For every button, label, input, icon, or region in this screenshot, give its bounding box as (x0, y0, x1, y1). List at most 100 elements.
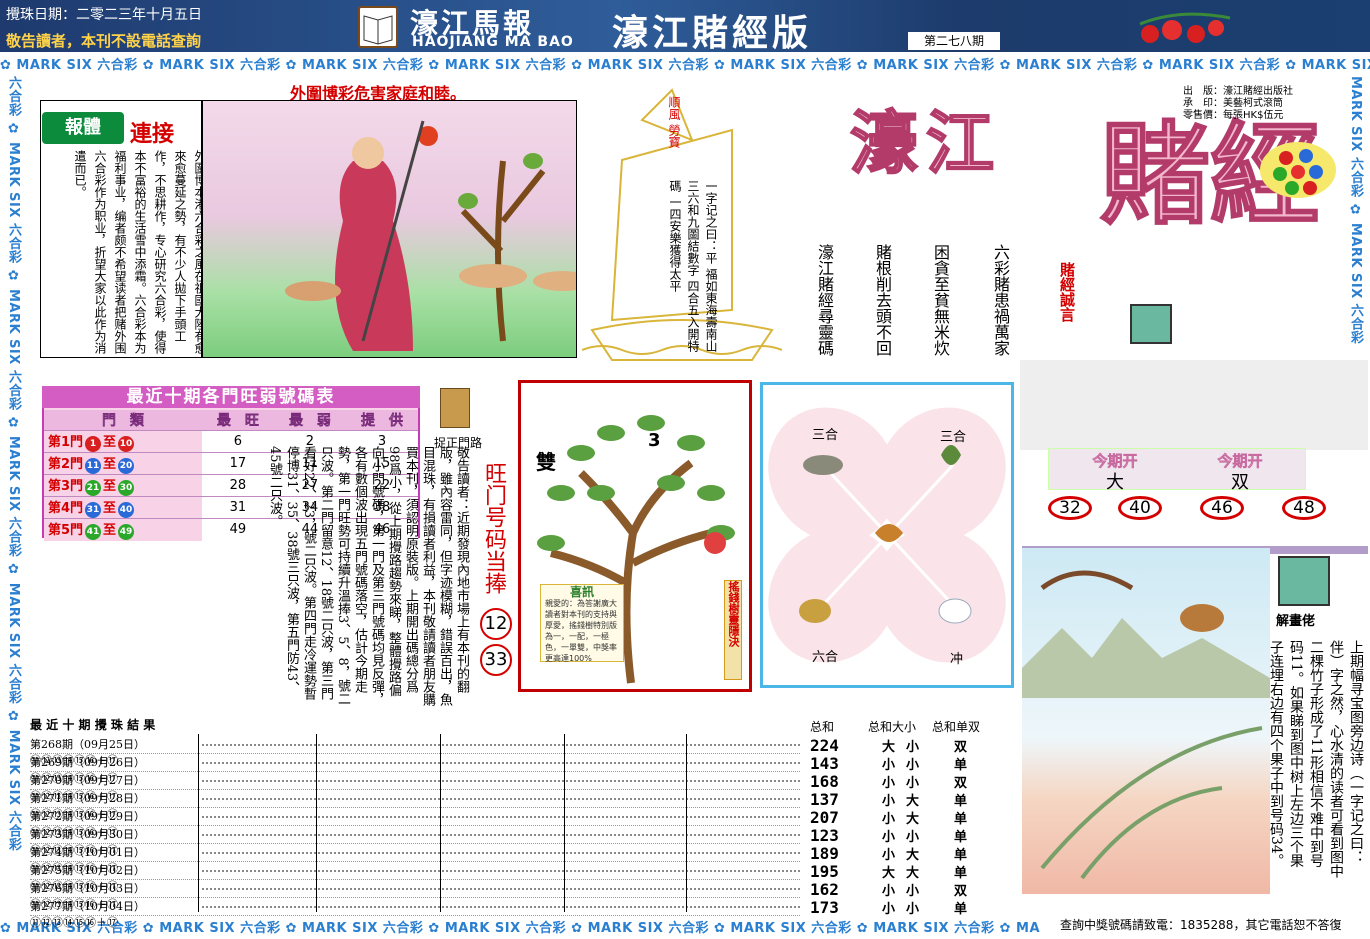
results-row: 第273期（09月30日）⑪⑫⑬⑭⑮⑯＋⑰ (30, 826, 800, 857)
good-news-box: 喜訊 親愛的：為答謝廣大讀者對本刊的支持與厚愛，搖錢樹特別版為一，一配，一極色，… (540, 584, 624, 663)
right-border-strip: ✿ MARK SIX 六合彩 ✿ MARK SIX 六合彩 ✿ MARK SIX… (1346, 76, 1368, 546)
sum-oe: 单 (954, 794, 968, 809)
sum-bs-a: 大 (882, 866, 896, 881)
fruit-decoration-icon (1120, 4, 1240, 48)
sums-row: 207 小大 单 (808, 808, 1018, 827)
prosper-slogan: 旺门号码当捧 (481, 462, 506, 594)
sum-bs-a: 小 (882, 848, 896, 863)
sum-bs-a: 小 (882, 758, 896, 773)
sum-total: 207 (810, 808, 839, 827)
good-news-text: 親愛的：為答謝廣大讀者對本刊的支持與厚愛，搖錢樹特別版為一，一配，一極色，一單雙… (545, 599, 617, 663)
sum-bs-a: 小 (882, 902, 896, 917)
sum-bs-b: 大 (906, 794, 920, 809)
bs-number-1: 32 (1048, 496, 1092, 520)
col-header-coldest: 最 弱 (273, 410, 346, 431)
bs-value-even: 双 (1231, 472, 1249, 493)
sums-head-oddeven: 总和单双 (932, 720, 981, 734)
motto-text: 賭經誠言 (1058, 262, 1076, 322)
zodiac-label-topright: 三合 (940, 430, 967, 445)
sum-oe: 单 (954, 830, 968, 845)
bs-number-4: 48 (1282, 496, 1326, 520)
sum-bs-a: 小 (882, 884, 896, 899)
painting-label: 解畫佬 (1276, 614, 1316, 629)
writing-hand-icon (1130, 304, 1172, 344)
sum-bs-b: 小 (906, 758, 920, 773)
verse-col-2: 困貪至貧無米炊 (931, 244, 950, 356)
sum-total: 137 (810, 790, 839, 809)
zodiac-panel (760, 382, 1014, 688)
verse-col-3: 賭根削去頭不回 (873, 244, 892, 356)
logo-english: HAOJIANG MA BAO (412, 34, 574, 50)
sum-oe: 双 (954, 740, 968, 755)
tree-label-double: 雙 (536, 450, 556, 474)
sums-head-total: 总和 (810, 720, 835, 734)
sum-oe: 双 (954, 884, 968, 899)
results-row: 第269期（09月26日）⑪⑫⑬⑭⑮⑯＋⑰ (30, 754, 800, 785)
report-badge: 報體 (42, 112, 124, 144)
sums-row: 162 小小 双 (808, 880, 1018, 899)
sum-bs-b: 大 (906, 812, 920, 827)
draw-date: 攪珠日期：二零二三年十月五日 (6, 7, 202, 23)
sum-oe: 双 (954, 776, 968, 791)
sum-bs-b: 小 (906, 830, 920, 845)
sum-bs-a: 小 (882, 776, 896, 791)
boat-poem: 一字记之曰：平 福如東海壽南山 三六和九圖結數字 四合五入開特碼 一四安樂獲得太… (668, 180, 718, 352)
results-period: 第277期（10月04日）⑪⑫⑬⑭⑮⑯＋⑰ (30, 900, 145, 929)
sum-bs-b: 小 (906, 902, 920, 917)
results-col-sep (686, 734, 687, 912)
footer-note: 查詢中獎號碼請致電：1835288，其它電話恕不答復 (1060, 918, 1342, 932)
notice-text: 敬告讀者，本刊不設電話查詢 (6, 32, 202, 50)
results-row: 第274期（10月01日）⑪⑫⑬⑭⑮⑯＋⑰ (30, 844, 800, 875)
table-title: 最近十期各門旺弱號碼表 (42, 386, 420, 408)
sums-row: 168 小小 双 (808, 772, 1018, 791)
sum-bs-a: 大 (882, 740, 896, 755)
book-icon (358, 6, 398, 48)
results-col-sep (564, 734, 565, 912)
verse-col-1: 六彩賭患禍萬家 (991, 244, 1010, 356)
top-border-strip: ✿ MARK SIX 六合彩 ✿ MARK SIX 六合彩 ✿ MARK SIX… (0, 54, 1370, 76)
sum-oe: 单 (954, 866, 968, 881)
zodiac-label-bottomleft: 六合 (812, 650, 839, 665)
verse-col-4: 濠江賭經尋靈碼 (815, 244, 834, 356)
results-row: 第270期（09月27日）⑪⑫⑬⑭⑮⑯＋⑰ (30, 772, 800, 803)
col-header-hottest: 最 旺 (201, 410, 274, 431)
results-row: 第275期（10月02日）⑪⑫⑬⑭⑮⑯＋⑰ (30, 862, 800, 893)
sum-total: 162 (810, 880, 839, 899)
bs-number-3: 46 (1200, 496, 1244, 520)
sums-row: 195 大大 单 (808, 862, 1018, 881)
results-row: 第276期（10月03日）⑪⑫⑬⑭⑮⑯＋⑰ (30, 880, 800, 911)
sum-bs-b: 大 (906, 866, 920, 881)
report-badge-link: 連接 (130, 121, 175, 147)
zodiac-label-topleft: 三合 (812, 428, 839, 443)
illustration-woman-panel (202, 100, 593, 358)
sum-total: 168 (810, 772, 839, 791)
bs-value-big: 大 (1106, 472, 1124, 493)
results-title: 最 近 十 期 攪 珠 結 果 (30, 716, 800, 734)
tree-side-label: 搖錢樹靈隱決 (724, 580, 742, 680)
results-col-sep (440, 734, 441, 912)
prosper-number-2: 33 (480, 644, 512, 676)
issue-number: 第二七八期 (908, 32, 1000, 50)
sums-head-bigsmall: 总和大小 (868, 720, 917, 734)
good-news-title: 喜訊 (569, 585, 594, 599)
results-row: 第271期（09月28日）⑪⑫⑬⑭⑮⑯＋⑰ (30, 790, 800, 821)
sum-bs-a: 小 (882, 794, 896, 809)
results-row: 第277期（10月04日）⑪⑫⑬⑭⑮⑯＋⑰ (30, 898, 800, 929)
sums-header: 总和 总和大小 总和单双 (808, 718, 1018, 734)
reader-notice-body: 敬告讀者：近期發現內地市場上有本刊的翻版，雖內容雷同，但字迹模糊，錯誤百出，魚目… (267, 446, 469, 706)
tree-label-three: 3 (648, 430, 661, 451)
boat-flag-text: 順風 勞寶 (667, 96, 681, 148)
sums-row: 224 大小 双 (808, 736, 1018, 755)
sum-total: 123 (810, 826, 839, 845)
sum-bs-a: 小 (882, 812, 896, 827)
sums-row: 189 小大 单 (808, 844, 1018, 863)
zodiac-label-bottomright: 冲 (950, 652, 964, 667)
sum-total: 189 (810, 844, 839, 863)
left-border-strip: ✿ MARK SIX 六合彩 ✿ MARK SIX 六合彩 ✿ MARK SIX… (4, 76, 26, 916)
sums-row: 143 小小 单 (808, 754, 1018, 773)
sum-oe: 单 (954, 902, 968, 917)
col-header-category: 門 類 (44, 410, 202, 431)
hand-key-icon (440, 388, 470, 428)
results-row: 第272期（09月29日）⑪⑫⑬⑭⑮⑯＋⑰ (30, 808, 800, 839)
sum-oe: 单 (954, 812, 968, 827)
